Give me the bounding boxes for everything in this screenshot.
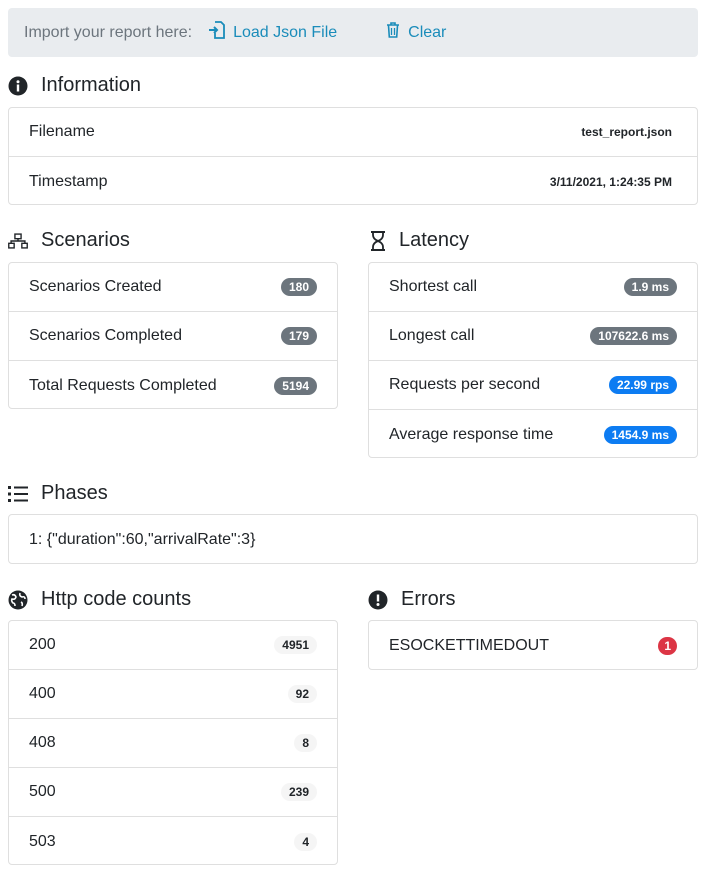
clear-label: Clear: [408, 23, 447, 41]
file-import-icon: [209, 21, 233, 44]
http-code-count: 4: [294, 832, 317, 851]
http-code-row: 503 4: [9, 817, 337, 866]
http-code-row: 408 8: [9, 719, 337, 768]
latency-badge: 22.99 rps: [608, 376, 677, 394]
scenarios-label: Scenarios Created: [29, 278, 162, 295]
error-count-badge: 1: [658, 636, 677, 655]
sitemap-icon: [8, 231, 28, 251]
import-prompt: Import your report here:: [24, 23, 193, 41]
scenarios-row: Scenarios Created 180: [9, 263, 337, 312]
error-row: ESOCKETTIMEDOUT 1: [369, 621, 697, 670]
scenarios-title: Scenarios: [41, 229, 130, 251]
scenarios-row: Total Requests Completed 5194: [9, 361, 337, 410]
http-code-row: 500 239: [9, 768, 337, 817]
count-badge: 179: [280, 327, 317, 345]
info-label: Filename: [29, 123, 95, 140]
info-value: 3/11/2021, 1:24:35 PM: [549, 174, 672, 189]
info-row-timestamp: Timestamp 3/11/2021, 1:24:35 PM: [9, 157, 697, 206]
import-toolbar: Import your report here: Load Json File …: [8, 8, 698, 57]
latency-row: Average response time 1454.9 ms: [369, 410, 697, 459]
latency-title: Latency: [399, 229, 470, 251]
info-value: test_report.json: [581, 125, 672, 139]
load-json-label: Load Json File: [233, 23, 338, 41]
http-code-label: 400: [29, 685, 56, 702]
trash-icon: [386, 22, 408, 43]
http-code-label: 200: [29, 636, 56, 653]
latency-badge: 1.9 ms: [623, 278, 677, 296]
latency-label: Shortest call: [389, 278, 478, 295]
errors-heading: Errors: [368, 588, 455, 611]
count-badge: 180: [280, 278, 317, 296]
http-code-count: 8: [294, 734, 317, 752]
latency-badge: 1454.9 ms: [603, 425, 677, 444]
info-row-filename: Filename test_report.json: [9, 108, 697, 157]
info-label: Timestamp: [29, 172, 108, 190]
scenarios-label: Scenarios Completed: [29, 327, 182, 344]
http-code-label: 500: [29, 783, 56, 800]
http-codes-heading: Http code counts: [8, 588, 191, 611]
load-json-button[interactable]: Load Json File: [209, 21, 337, 44]
latency-badge: 107622.6 ms: [590, 327, 677, 345]
errors-card: ESOCKETTIMEDOUT 1: [368, 620, 698, 670]
information-title: Information: [41, 74, 142, 96]
information-card: Filename test_report.json Timestamp 3/11…: [8, 107, 698, 205]
phase-row: 1: {"duration":60,"arrivalRate":3}: [9, 515, 697, 564]
exclamation-circle-icon: [368, 590, 388, 610]
http-codes-title: Http code counts: [41, 588, 192, 610]
count-badge: 5194: [274, 376, 317, 395]
http-code-label: 408: [29, 734, 56, 751]
http-code-count: 4951: [274, 636, 317, 654]
list-icon: [8, 484, 28, 504]
latency-label: Requests per second: [389, 376, 541, 393]
scenarios-row: Scenarios Completed 179: [9, 312, 337, 361]
latency-label: Average response time: [389, 425, 554, 443]
info-circle-icon: [8, 76, 28, 96]
scenarios-label: Total Requests Completed: [29, 376, 217, 394]
phases-title: Phases: [41, 482, 108, 504]
latency-row: Shortest call 1.9 ms: [369, 263, 697, 312]
phases-card: 1: {"duration":60,"arrivalRate":3}: [8, 514, 698, 564]
latency-row: Requests per second 22.99 rps: [369, 361, 697, 410]
http-code-label: 503: [29, 832, 56, 850]
errors-title: Errors: [401, 588, 456, 610]
http-code-count: 239: [280, 783, 317, 801]
information-heading: Information: [8, 74, 141, 97]
error-label: ESOCKETTIMEDOUT: [389, 636, 550, 654]
phase-text: 1: {"duration":60,"arrivalRate":3}: [29, 530, 256, 548]
latency-label: Longest call: [389, 327, 475, 344]
latency-heading: Latency: [368, 229, 469, 252]
hourglass-icon: [368, 230, 388, 251]
clear-button[interactable]: Clear: [386, 22, 446, 43]
scenarios-heading: Scenarios: [8, 229, 130, 252]
globe-icon: [8, 590, 28, 610]
http-codes-card: 200 4951 400 92 408 8 500 239 503 4: [8, 620, 338, 865]
http-code-row: 200 4951: [9, 621, 337, 670]
phases-heading: Phases: [8, 482, 108, 505]
http-code-row: 400 92: [9, 670, 337, 719]
http-code-count: 92: [287, 685, 317, 703]
latency-card: Shortest call 1.9 ms Longest call 107622…: [368, 262, 698, 458]
latency-row: Longest call 107622.6 ms: [369, 312, 697, 361]
scenarios-card: Scenarios Created 180 Scenarios Complete…: [8, 262, 338, 409]
